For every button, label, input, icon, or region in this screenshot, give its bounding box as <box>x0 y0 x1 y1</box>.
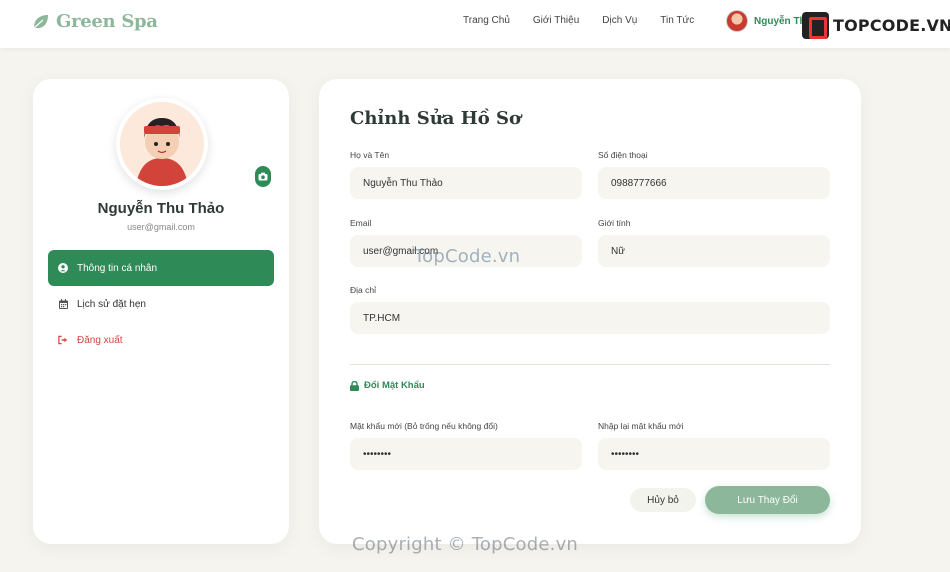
lock-icon <box>350 380 359 391</box>
leaf-icon <box>32 13 50 31</box>
brand-name: Green Spa <box>56 11 158 32</box>
page-title: Chỉnh Sửa Hồ Sơ <box>350 108 521 129</box>
confirm-password-input[interactable]: •••••••• <box>598 438 830 470</box>
watermark-copyright: Copyright © TopCode.vn <box>352 534 579 555</box>
top-header: Green Spa Trang Chủ Giới Thiệu Dịch Vụ T… <box>0 0 950 48</box>
camera-icon <box>258 172 268 181</box>
cancel-button[interactable]: Hủy bỏ <box>630 488 696 512</box>
change-password-heading: Đổi Mật Khẩu <box>350 380 425 391</box>
topcode-badge-text: TOPCODE.VN <box>833 15 950 35</box>
fullname-label: Họ và Tên <box>350 150 390 160</box>
sidebar-item-label: Thông tin cá nhân <box>77 262 158 274</box>
nav-link-about[interactable]: Giới Thiệu <box>533 15 579 26</box>
new-password-label: Mật khẩu mới (Bỏ trống nếu không đổi) <box>350 421 498 431</box>
section-divider <box>350 364 830 365</box>
phone-input[interactable]: 0988777666 <box>598 167 830 199</box>
brand-logo[interactable]: Green Spa <box>32 11 158 32</box>
nav-link-services[interactable]: Dịch Vụ <box>602 15 637 26</box>
edit-profile-card: Chỉnh Sửa Hồ Sơ Họ và Tên Nguyễn Thu Thả… <box>319 79 861 544</box>
sidebar-item-label: Đăng xuất <box>77 334 123 346</box>
sign-out-icon <box>58 335 68 345</box>
sidebar-item-booking-history[interactable]: Lịch sử đặt hẹn <box>48 286 274 322</box>
gender-select[interactable]: Nữ <box>598 235 830 267</box>
user-circle-icon <box>58 263 68 273</box>
phone-label: Số điện thoại <box>598 150 648 160</box>
calendar-icon <box>58 299 68 309</box>
change-avatar-button[interactable] <box>253 164 273 189</box>
confirm-password-label: Nhập lại mật khẩu mới <box>598 421 684 431</box>
watermark-center: TopCode.vn <box>414 246 521 267</box>
main-nav: Trang Chủ Giới Thiệu Dịch Vụ Tin Tức <box>463 15 694 26</box>
topcode-badge: TOPCODE.VN <box>802 10 950 40</box>
profile-name: Nguyễn Thu Thảo <box>97 200 225 217</box>
avatar-image <box>120 102 204 186</box>
change-password-title: Đổi Mật Khẩu <box>364 380 425 391</box>
sidebar-item-personal-info[interactable]: Thông tin cá nhân <box>48 250 274 286</box>
save-changes-button[interactable]: Lưu Thay Đổi <box>705 486 830 514</box>
address-input[interactable]: TP.HCM <box>350 302 830 334</box>
gender-label: Giới tính <box>598 218 631 228</box>
profile-email: user@gmail.com <box>127 222 195 232</box>
sidebar-item-logout[interactable]: Đăng xuất <box>48 322 274 358</box>
nav-user-menu[interactable]: Nguyễn Th <box>726 10 806 32</box>
nav-link-news[interactable]: Tin Tức <box>660 15 694 26</box>
fullname-input[interactable]: Nguyễn Thu Thảo <box>350 167 582 199</box>
nav-user-name: Nguyễn Th <box>754 15 806 27</box>
nav-link-home[interactable]: Trang Chủ <box>463 15 510 26</box>
profile-sidebar-card: Nguyễn Thu Thảo user@gmail.com Thông tin… <box>33 79 289 544</box>
new-password-input[interactable]: •••••••• <box>350 438 582 470</box>
email-label: Email <box>350 218 372 228</box>
topcode-logo-icon <box>802 11 829 39</box>
address-label: Địa chỉ <box>350 285 376 295</box>
nav-avatar <box>726 10 748 32</box>
profile-avatar <box>116 98 208 190</box>
sidebar-item-label: Lịch sử đặt hẹn <box>77 298 146 310</box>
